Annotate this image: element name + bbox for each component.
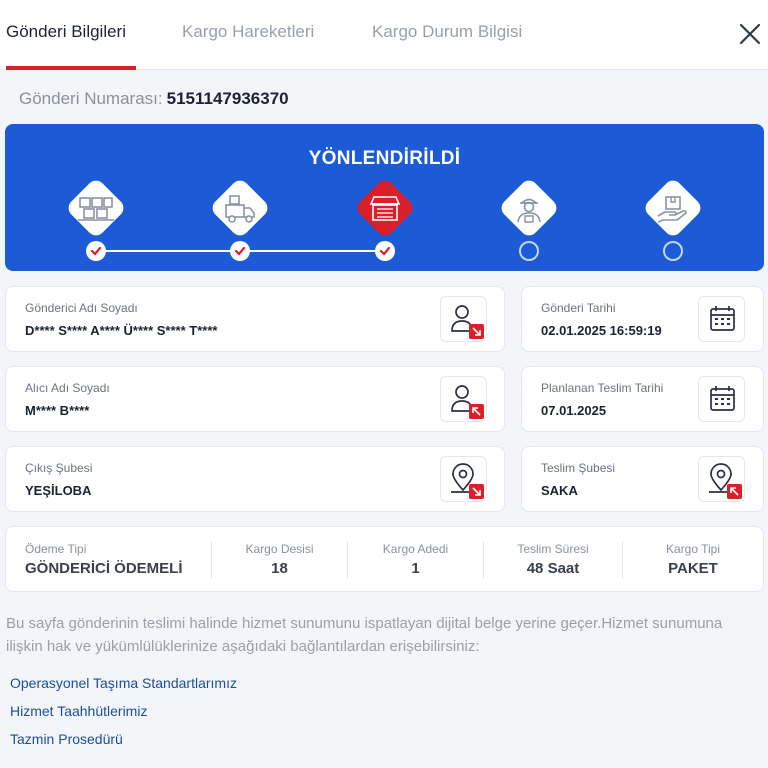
step-1-dot bbox=[86, 241, 106, 261]
shipment-number-value: 5151147936370 bbox=[166, 89, 289, 108]
shipment-number: Gönderi Numarası: 5151147936370 bbox=[19, 89, 289, 109]
branch-store-icon bbox=[369, 196, 401, 221]
courier-icon bbox=[517, 198, 541, 223]
sender-icon-box bbox=[440, 296, 487, 342]
step-4-dot bbox=[519, 241, 539, 261]
shipment-number-label: Gönderi Numarası: bbox=[19, 89, 163, 108]
delivery-branch-icon-box bbox=[698, 456, 745, 502]
summary-label: Kargo Tipi bbox=[665, 542, 721, 556]
step-3-dot bbox=[375, 241, 395, 261]
warehouse-boxes-icon bbox=[78, 197, 114, 221]
delivery-branch-label: Teslim Şubesi bbox=[541, 461, 616, 475]
link-compensation-procedure[interactable]: Tazmin Prosedürü bbox=[10, 731, 123, 747]
origin-branch-card: Çıkış Şubesi YEŞİLOBA bbox=[5, 446, 505, 512]
legal-notice: Bu sayfa gönderinin teslimi halinde hizm… bbox=[6, 615, 723, 655]
status-panel: YÖNLENDİRİLDİ bbox=[5, 124, 764, 271]
calendar-icon bbox=[710, 386, 735, 411]
sender-value: D**** S**** A**** Ü**** S**** T**** bbox=[25, 323, 218, 338]
arrow-up-left-icon bbox=[472, 407, 481, 416]
planned-date-card: Planlanan Teslim Tarihi 07.01.2025 bbox=[521, 366, 764, 432]
calendar-icon bbox=[710, 306, 735, 331]
summary-label: Ödeme Tipi bbox=[25, 542, 87, 556]
tab-kargo-hareketleri[interactable]: Kargo Hareketleri bbox=[182, 22, 314, 42]
send-date-label: Gönderi Tarihi bbox=[541, 301, 616, 315]
origin-branch-label: Çıkış Şubesi bbox=[25, 461, 93, 475]
outgoing-arrow-badge bbox=[469, 484, 484, 499]
active-tab-indicator bbox=[6, 66, 136, 70]
planned-date-icon-box bbox=[698, 376, 745, 422]
summary-label: Kargo Adedi bbox=[382, 542, 449, 556]
receiver-icon-box bbox=[440, 376, 487, 422]
sender-label: Gönderici Adı Soyadı bbox=[25, 301, 138, 315]
summary-delivery-time: Teslim Süresi 48 Saat bbox=[484, 527, 622, 593]
summary-cargo-desi: Kargo Desisi 18 bbox=[212, 527, 347, 593]
origin-branch-icon-box bbox=[440, 456, 487, 502]
close-button[interactable] bbox=[736, 20, 764, 48]
arrow-down-right-icon bbox=[472, 487, 481, 496]
check-icon bbox=[90, 246, 102, 256]
arrow-down-right-icon bbox=[472, 327, 481, 336]
planned-date-value: 07.01.2025 bbox=[541, 403, 607, 418]
close-icon[interactable] bbox=[736, 20, 764, 48]
receiver-card: Alıcı Adı Soyadı M**** B**** bbox=[5, 366, 505, 432]
delivery-branch-value: SAKA bbox=[541, 483, 578, 498]
summary-value: GÖNDERİCİ ÖDEMELİ bbox=[25, 560, 183, 577]
receiver-value: M**** B**** bbox=[25, 403, 90, 418]
step-2-dot bbox=[230, 241, 250, 261]
tab-kargo-durum-bilgisi[interactable]: Kargo Durum Bilgisi bbox=[372, 22, 522, 42]
planned-date-label: Planlanan Teslim Tarihi bbox=[541, 381, 664, 395]
origin-branch-value: YEŞİLOBA bbox=[25, 483, 92, 498]
summary-cargo-type: Kargo Tipi PAKET bbox=[623, 527, 763, 593]
delivery-truck-icon bbox=[225, 195, 255, 223]
sender-card: Gönderici Adı Soyadı D**** S**** A**** Ü… bbox=[5, 286, 505, 352]
package-hand-icon bbox=[657, 196, 687, 223]
status-title: YÖNLENDİRİLDİ bbox=[308, 148, 461, 169]
tab-bar: Gönderi Bilgileri Kargo Hareketleri Karg… bbox=[0, 0, 768, 70]
incoming-arrow-badge bbox=[727, 484, 742, 499]
summary-value: 18 bbox=[271, 560, 288, 577]
summary-label: Kargo Desisi bbox=[245, 542, 314, 556]
send-date-card: Gönderi Tarihi 02.01.2025 16:59:19 bbox=[521, 286, 764, 352]
link-operational-standards[interactable]: Operasyonel Taşıma Standartlarımız bbox=[10, 675, 237, 691]
outgoing-arrow-badge bbox=[469, 324, 484, 339]
summary-value: 1 bbox=[411, 560, 420, 577]
arrow-up-left-icon bbox=[730, 487, 739, 496]
link-service-commitments[interactable]: Hizmet Taahhütlerimiz bbox=[10, 703, 147, 719]
summary-value: PAKET bbox=[668, 560, 718, 577]
incoming-arrow-badge bbox=[469, 404, 484, 419]
check-icon bbox=[379, 246, 391, 256]
check-icon bbox=[234, 246, 246, 256]
tab-gonderi-bilgileri[interactable]: Gönderi Bilgileri bbox=[6, 22, 126, 42]
summary-label: Teslim Süresi bbox=[517, 542, 589, 556]
step-5-dot bbox=[663, 241, 683, 261]
summary-payment-type: Ödeme Tipi GÖNDERİCİ ÖDEMELİ bbox=[6, 527, 211, 593]
summary-value: 48 Saat bbox=[526, 560, 580, 577]
delivery-branch-card: Teslim Şubesi SAKA bbox=[521, 446, 764, 512]
send-date-value: 02.01.2025 16:59:19 bbox=[541, 323, 662, 338]
send-date-icon-box bbox=[698, 296, 745, 342]
shipment-summary: Ödeme Tipi GÖNDERİCİ ÖDEMELİ Kargo Desis… bbox=[5, 526, 764, 592]
summary-cargo-count: Kargo Adedi 1 bbox=[348, 527, 483, 593]
receiver-label: Alıcı Adı Soyadı bbox=[25, 381, 110, 395]
